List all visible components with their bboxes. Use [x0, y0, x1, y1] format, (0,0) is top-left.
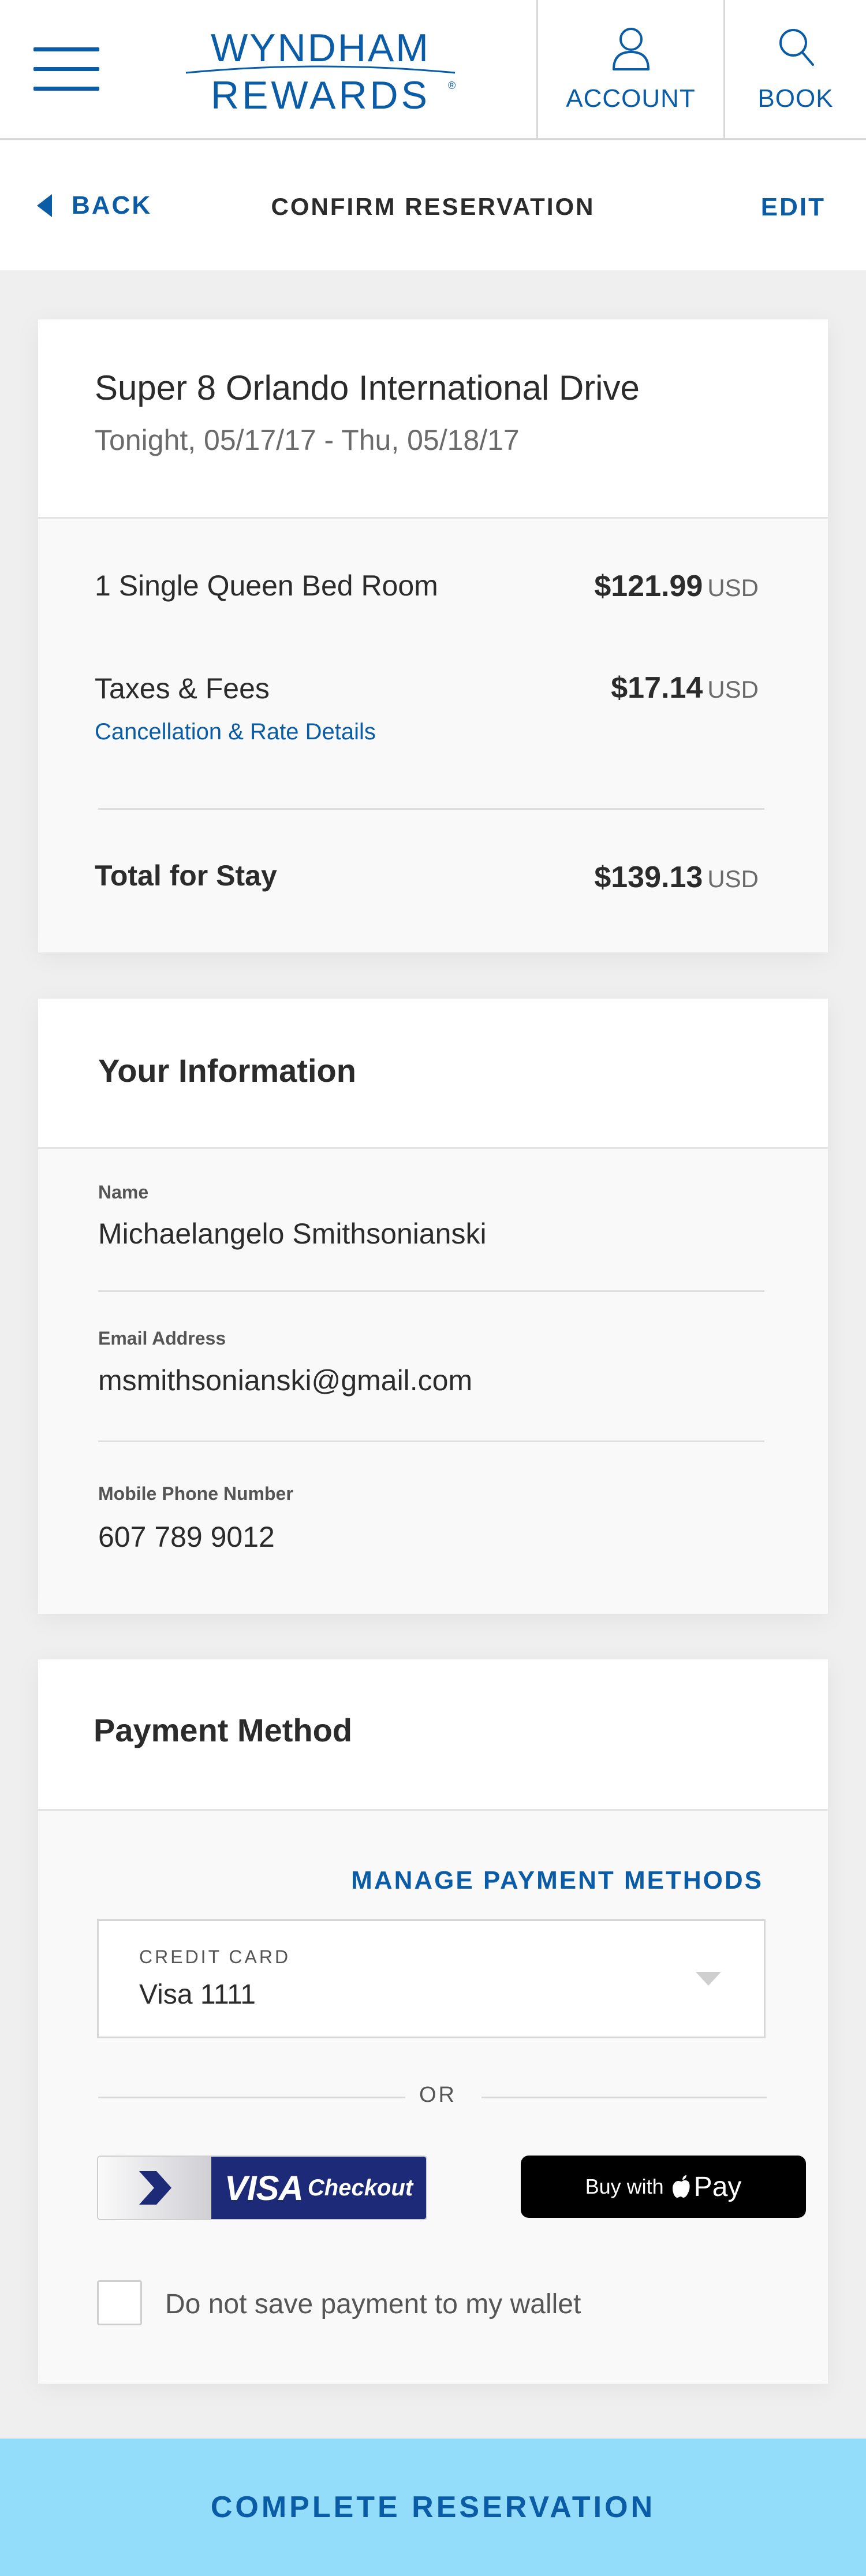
apple-pay-prefix: Buy with: [585, 2175, 664, 2198]
logo-mark: ®: [448, 80, 456, 91]
taxes-price: $17.14 USD: [611, 671, 759, 705]
room-price-amount: $121.99: [594, 569, 703, 603]
edit-button[interactable]: EDIT: [761, 193, 826, 222]
apple-pay-button[interactable]: Buy with Pay: [521, 2156, 806, 2218]
total-label: Total for Stay: [95, 859, 277, 892]
or-divider-left: [98, 2097, 405, 2098]
wyndham-rewards-logo[interactable]: WYNDHAM REWARDS ®: [179, 26, 462, 119]
taxes-label: Taxes & Fees: [95, 672, 270, 705]
page-title: CONFIRM RESERVATION: [271, 193, 595, 220]
top-navigation: WYNDHAM REWARDS ® ACCOUNT BOOK: [0, 0, 866, 140]
menu-icon[interactable]: [33, 47, 99, 91]
email-divider: [98, 1440, 764, 1442]
email-value[interactable]: msmithsonianski@gmail.com: [98, 1364, 472, 1397]
name-label: Name: [98, 1182, 149, 1203]
apple-logo-icon: [672, 2175, 690, 2198]
name-divider: [98, 1290, 764, 1292]
apple-pay-suffix: Pay: [693, 2171, 742, 2202]
page-subheader: BACK CONFIRM RESERVATION EDIT: [0, 140, 866, 270]
book-label: BOOK: [757, 84, 834, 113]
your-information-title: Your Information: [98, 1052, 356, 1089]
total-price-currency: USD: [707, 865, 759, 892]
reservation-summary-card: Super 8 Orlando International Drive Toni…: [38, 319, 828, 952]
user-icon: [612, 28, 650, 70]
visa-checkout-button[interactable]: VISA Checkout: [97, 2156, 427, 2220]
taxes-price-currency: USD: [707, 676, 759, 703]
account-button[interactable]: ACCOUNT: [538, 0, 723, 140]
complete-reservation-label: COMPLETE RESERVATION: [210, 2491, 656, 2524]
account-label: ACCOUNT: [566, 84, 696, 113]
taxes-price-amount: $17.14: [611, 671, 703, 705]
or-divider-right: [481, 2097, 767, 2098]
manage-payment-methods-link[interactable]: MANAGE PAYMENT METHODS: [351, 1866, 763, 1895]
visa-chevron-icon: [98, 2157, 211, 2219]
logo-line-1: WYNDHAM: [211, 27, 430, 70]
no-save-label: Do not save payment to my wallet: [165, 2289, 581, 2320]
no-save-checkbox[interactable]: [97, 2280, 142, 2325]
visa-brand: VISA: [224, 2168, 304, 2208]
credit-card-value: Visa 1111: [139, 1979, 256, 2010]
phone-value[interactable]: 607 789 9012: [98, 1520, 275, 1554]
complete-reservation-button[interactable]: COMPLETE RESERVATION: [0, 2439, 866, 2576]
visa-checkout-text: Checkout: [307, 2175, 413, 2201]
stay-dates: Tonight, 05/17/17 - Thu, 05/18/17: [95, 424, 520, 456]
cancellation-details-link[interactable]: Cancellation & Rate Details: [95, 719, 376, 745]
summary-divider: [98, 808, 764, 810]
your-information-card: Your Information Name Michaelangelo Smit…: [38, 999, 828, 1614]
room-label: 1 Single Queen Bed Room: [95, 569, 438, 602]
email-label: Email Address: [98, 1328, 226, 1349]
credit-card-select[interactable]: CREDIT CARD Visa 1111: [97, 1919, 766, 2038]
payment-method-card: Payment Method MANAGE PAYMENT METHODS CR…: [38, 1659, 828, 2384]
credit-card-label: CREDIT CARD: [139, 1946, 291, 1967]
hotel-name: Super 8 Orlando International Drive: [95, 368, 640, 407]
total-price: $139.13 USD: [594, 860, 759, 895]
phone-label: Mobile Phone Number: [98, 1483, 293, 1504]
logo-line-2: REWARDS: [211, 73, 430, 117]
total-price-amount: $139.13: [594, 861, 703, 894]
room-price: $121.99 USD: [594, 569, 759, 604]
book-button[interactable]: BOOK: [725, 0, 866, 140]
chevron-down-icon: [696, 1972, 721, 1986]
room-price-currency: USD: [707, 574, 759, 601]
name-value[interactable]: Michaelangelo Smithsonianski: [98, 1217, 487, 1250]
payment-method-title: Payment Method: [94, 1712, 353, 1748]
or-label: OR: [419, 2083, 457, 2107]
search-icon: [779, 29, 814, 66]
